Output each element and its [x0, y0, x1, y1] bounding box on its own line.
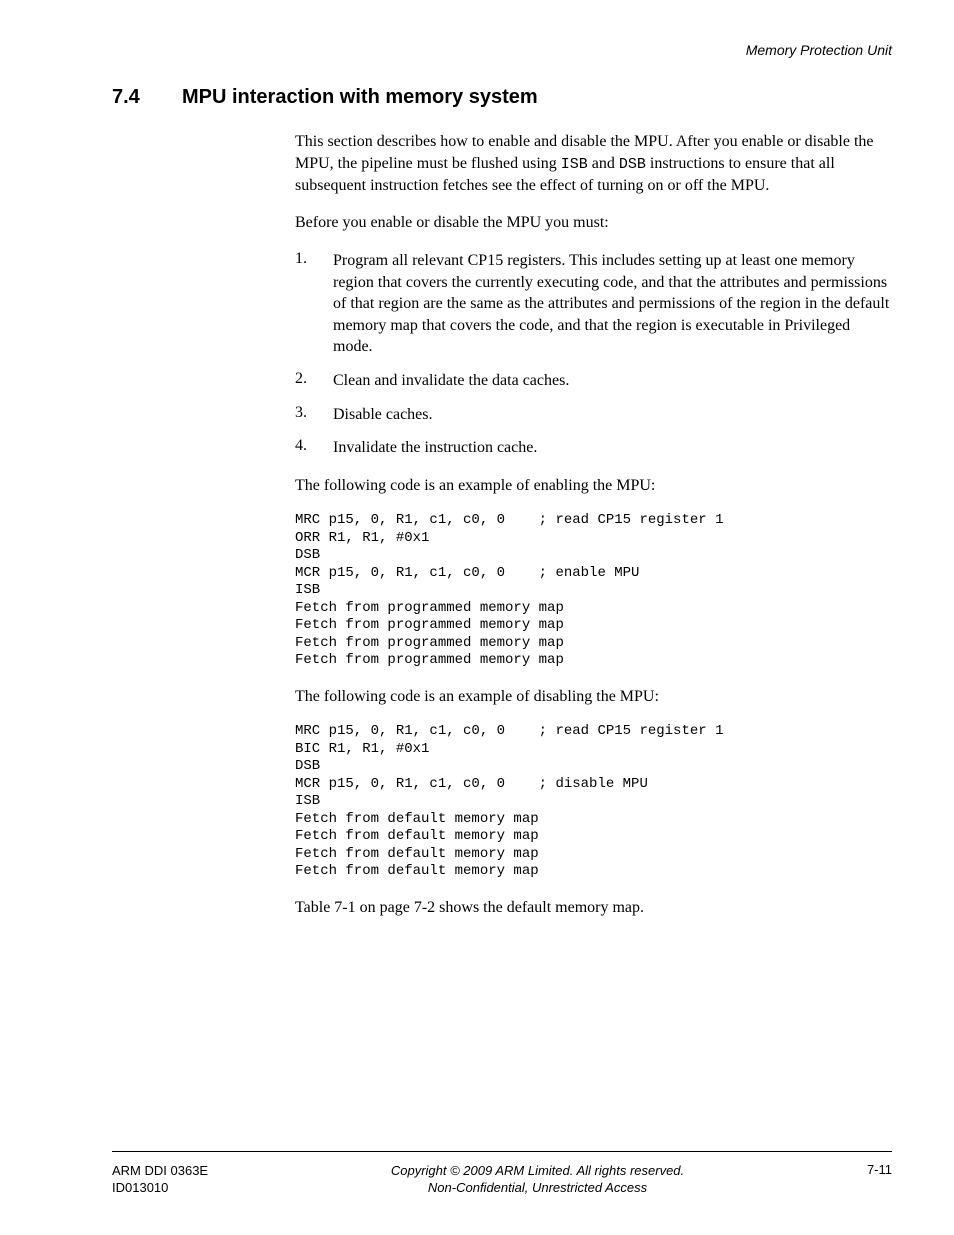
footer-rule: [112, 1151, 892, 1152]
paragraph-code2-intro: The following code is an example of disa…: [295, 686, 892, 708]
running-header: Memory Protection Unit: [746, 42, 892, 58]
list-item-number: 1.: [295, 250, 333, 358]
list-item-text: Invalidate the instruction cache.: [333, 437, 537, 459]
page-footer: ARM DDI 0363E ID013010 Copyright © 2009 …: [112, 1151, 892, 1197]
list-item-text: Disable caches.: [333, 404, 433, 426]
paragraph-code1-intro: The following code is an example of enab…: [295, 475, 892, 497]
content-area: 7.4 MPU interaction with memory system T…: [112, 86, 892, 935]
footer-left: ARM DDI 0363E ID013010: [112, 1162, 208, 1197]
list-item-text: Program all relevant CP15 registers. Thi…: [333, 250, 892, 358]
footer-row: ARM DDI 0363E ID013010 Copyright © 2009 …: [112, 1162, 892, 1197]
list-item: 2. Clean and invalidate the data caches.: [295, 370, 892, 392]
body-column: This section describes how to enable and…: [295, 131, 892, 919]
list-item: 4. Invalidate the instruction cache.: [295, 437, 892, 459]
ordered-list: 1. Program all relevant CP15 registers. …: [295, 250, 892, 459]
list-item-text: Clean and invalidate the data caches.: [333, 370, 569, 392]
footer-classification: Non-Confidential, Unrestricted Access: [208, 1179, 867, 1197]
list-item: 3. Disable caches.: [295, 404, 892, 426]
section-heading: 7.4 MPU interaction with memory system: [112, 86, 892, 109]
paragraph-intro: This section describes how to enable and…: [295, 131, 892, 196]
footer-center: Copyright © 2009 ARM Limited. All rights…: [208, 1162, 867, 1197]
code-block-disable: MRC p15, 0, R1, c1, c0, 0 ; read CP15 re…: [295, 723, 892, 881]
paragraph-table-ref: Table 7-1 on page 7-2 shows the default …: [295, 897, 892, 919]
footer-copyright: Copyright © 2009 ARM Limited. All rights…: [208, 1162, 867, 1180]
code-inline-dsb: DSB: [619, 156, 646, 173]
list-item: 1. Program all relevant CP15 registers. …: [295, 250, 892, 358]
code-block-enable: MRC p15, 0, R1, c1, c0, 0 ; read CP15 re…: [295, 512, 892, 670]
code-inline-isb: ISB: [561, 156, 588, 173]
footer-doc-id: ARM DDI 0363E: [112, 1162, 208, 1180]
list-item-number: 4.: [295, 437, 333, 459]
list-item-number: 2.: [295, 370, 333, 392]
section-title: MPU interaction with memory system: [182, 86, 538, 109]
text-fragment: and: [588, 155, 619, 172]
footer-id: ID013010: [112, 1179, 208, 1197]
footer-page-number: 7-11: [867, 1162, 892, 1177]
page: Memory Protection Unit 7.4 MPU interacti…: [0, 0, 954, 1235]
list-item-number: 3.: [295, 404, 333, 426]
paragraph-before-list: Before you enable or disable the MPU you…: [295, 212, 892, 234]
section-number: 7.4: [112, 86, 182, 109]
